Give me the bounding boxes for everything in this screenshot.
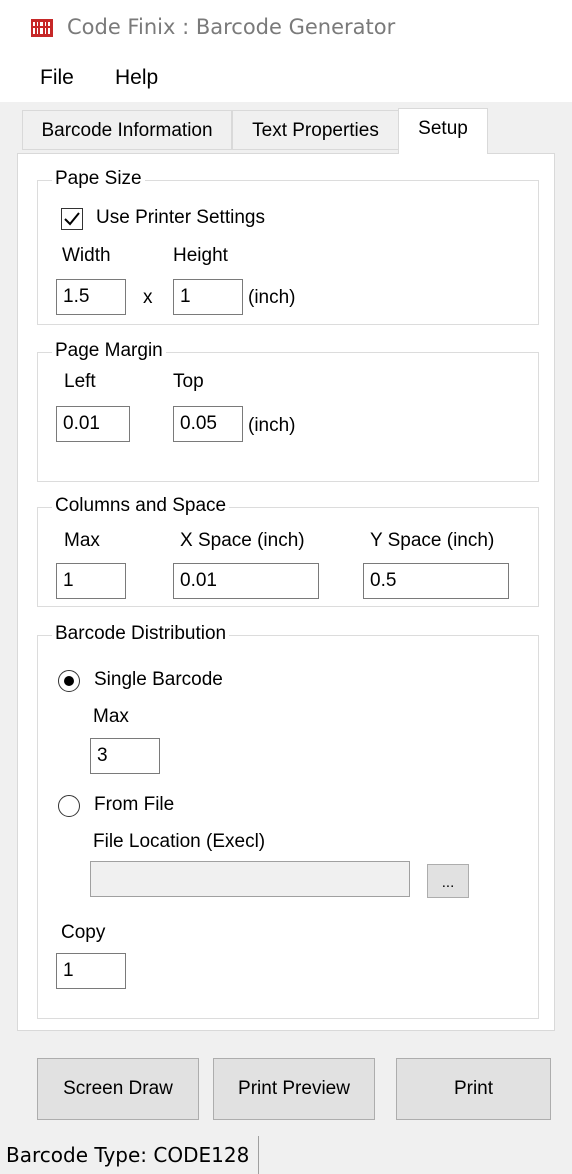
barcode-distribution-title: Barcode Distribution	[52, 623, 230, 645]
times-label: x	[143, 287, 153, 308]
distribution-max-label: Max	[93, 706, 129, 727]
print-button[interactable]: Print	[396, 1058, 551, 1120]
print-preview-button[interactable]: Print Preview	[213, 1058, 375, 1120]
margin-left-label: Left	[64, 371, 96, 392]
paper-size-title: Pape Size	[52, 168, 145, 190]
width-input[interactable]: 1.5	[56, 279, 126, 315]
from-file-radio[interactable]	[58, 795, 80, 817]
height-input[interactable]: 1	[173, 279, 243, 315]
columns-max-label: Max	[64, 530, 100, 551]
columns-max-input[interactable]: 1	[56, 563, 126, 599]
checkmark-icon	[64, 212, 80, 226]
distribution-max-input[interactable]: 3	[90, 738, 160, 774]
page-margin-title: Page Margin	[52, 340, 166, 362]
margin-top-label: Top	[173, 371, 204, 392]
single-barcode-radio[interactable]	[58, 670, 80, 692]
margin-unit-label: (inch)	[248, 415, 296, 436]
copy-label: Copy	[61, 922, 106, 943]
width-label: Width	[62, 245, 111, 266]
use-printer-settings-checkbox[interactable]	[61, 208, 83, 230]
from-file-label: From File	[94, 794, 175, 815]
browse-file-button[interactable]: ...	[427, 864, 469, 898]
copy-input[interactable]: 1	[56, 953, 126, 989]
y-space-input[interactable]: 0.5	[363, 563, 509, 599]
radio-selected-dot	[64, 676, 74, 686]
file-location-label: File Location (Execl)	[93, 831, 266, 852]
margin-top-input[interactable]: 0.05	[173, 406, 243, 442]
screen-draw-button[interactable]: Screen Draw	[37, 1058, 199, 1120]
x-space-label: X Space (inch)	[180, 530, 305, 551]
file-location-input[interactable]	[90, 861, 410, 897]
margin-left-input[interactable]: 0.01	[56, 406, 130, 442]
height-label: Height	[173, 245, 228, 266]
single-barcode-label: Single Barcode	[94, 669, 223, 690]
x-space-input[interactable]: 0.01	[173, 563, 319, 599]
paper-unit-label: (inch)	[248, 287, 296, 308]
y-space-label: Y Space (inch)	[370, 530, 495, 551]
use-printer-settings-label: Use Printer Settings	[96, 207, 265, 228]
columns-space-title: Columns and Space	[52, 495, 230, 517]
